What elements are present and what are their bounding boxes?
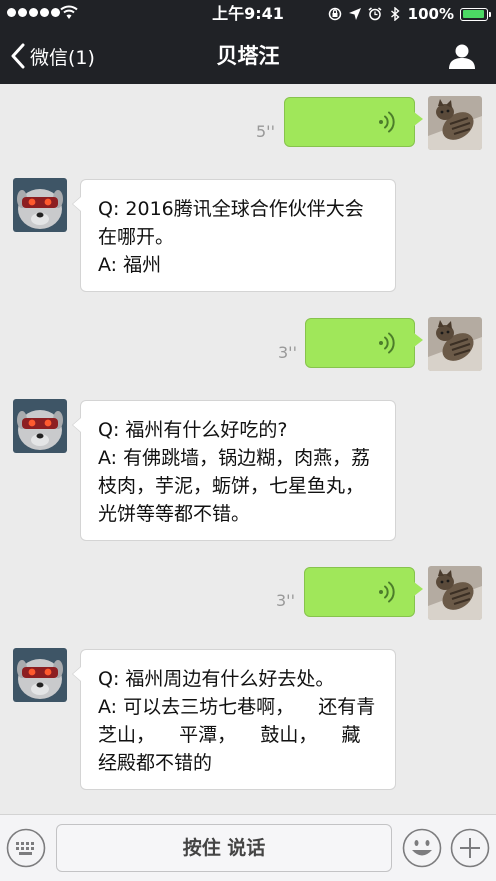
text-bubble[interactable]: Q: 福州周边有什么好去处。 A: 可以去三坊七巷啊， 还有青芝山， 平潭， 鼓… — [72, 649, 396, 790]
robot-dog-avatar[interactable] — [13, 178, 67, 232]
question-text: Q: 福州有什么好吃的? — [98, 419, 288, 441]
back-button[interactable]: 微信(1) — [10, 28, 95, 84]
question-text: Q: 2016腾讯全球合作伙伴大会在哪开。 — [98, 198, 364, 248]
alarm-icon — [368, 7, 382, 21]
question-text: Q: 福州周边有什么好去处。 — [98, 668, 335, 690]
voice-bubble[interactable] — [305, 318, 423, 368]
voice-bubble[interactable] — [284, 97, 423, 147]
answer-text: A: 可以去三坊七巷啊， 还有青芝山， 平潭， 鼓山， 藏经殿都不错的 — [98, 696, 376, 774]
cat-avatar[interactable] — [428, 317, 482, 371]
nav-bar: 微信(1) 贝塔汪 — [0, 28, 496, 84]
chat-area[interactable]: 5'' Q: 2016腾讯全球合作伙伴大会在哪开。 A: 福州 3'' Q: 福… — [0, 84, 496, 814]
voice-duration: 5'' — [256, 122, 275, 141]
voice-wave-icon — [376, 581, 398, 603]
battery-icon — [460, 7, 491, 21]
answer-text: A: 有佛跳墙，锅边糊，肉燕，荔枝肉，芋泥，蛎饼，七星鱼丸，光饼等等都不错。 — [98, 447, 371, 525]
orientation-lock-icon — [328, 7, 341, 21]
voice-wave-icon — [376, 111, 398, 133]
status-bar: 上午9:41 100% — [0, 0, 496, 28]
location-arrow-icon — [348, 8, 361, 20]
voice-bubble[interactable] — [304, 567, 423, 617]
cat-avatar[interactable] — [428, 566, 482, 620]
keyboard-icon[interactable] — [6, 828, 46, 868]
robot-dog-avatar[interactable] — [13, 399, 67, 453]
voice-duration: 3'' — [278, 343, 297, 362]
text-bubble[interactable]: Q: 福州有什么好吃的? A: 有佛跳墙，锅边糊，肉燕，荔枝肉，芋泥，蛎饼，七星… — [72, 400, 396, 541]
hold-to-talk-button[interactable]: 按住 说话 — [56, 824, 392, 872]
person-icon[interactable] — [448, 42, 476, 70]
cat-avatar[interactable] — [428, 96, 482, 150]
battery-percent: 100% — [407, 5, 454, 23]
chevron-left-icon — [11, 43, 25, 69]
battery-fill — [462, 10, 484, 18]
plus-icon[interactable] — [450, 828, 490, 868]
voice-wave-icon — [376, 332, 398, 354]
emoji-icon[interactable] — [402, 828, 442, 868]
bluetooth-icon — [390, 7, 400, 21]
robot-dog-avatar[interactable] — [13, 648, 67, 702]
input-bar: 按住 说话 — [0, 814, 496, 881]
back-label: 微信(1) — [30, 46, 95, 69]
voice-duration: 3'' — [276, 591, 295, 610]
answer-text: A: 福州 — [98, 254, 162, 276]
text-bubble[interactable]: Q: 2016腾讯全球合作伙伴大会在哪开。 A: 福州 — [72, 179, 396, 292]
